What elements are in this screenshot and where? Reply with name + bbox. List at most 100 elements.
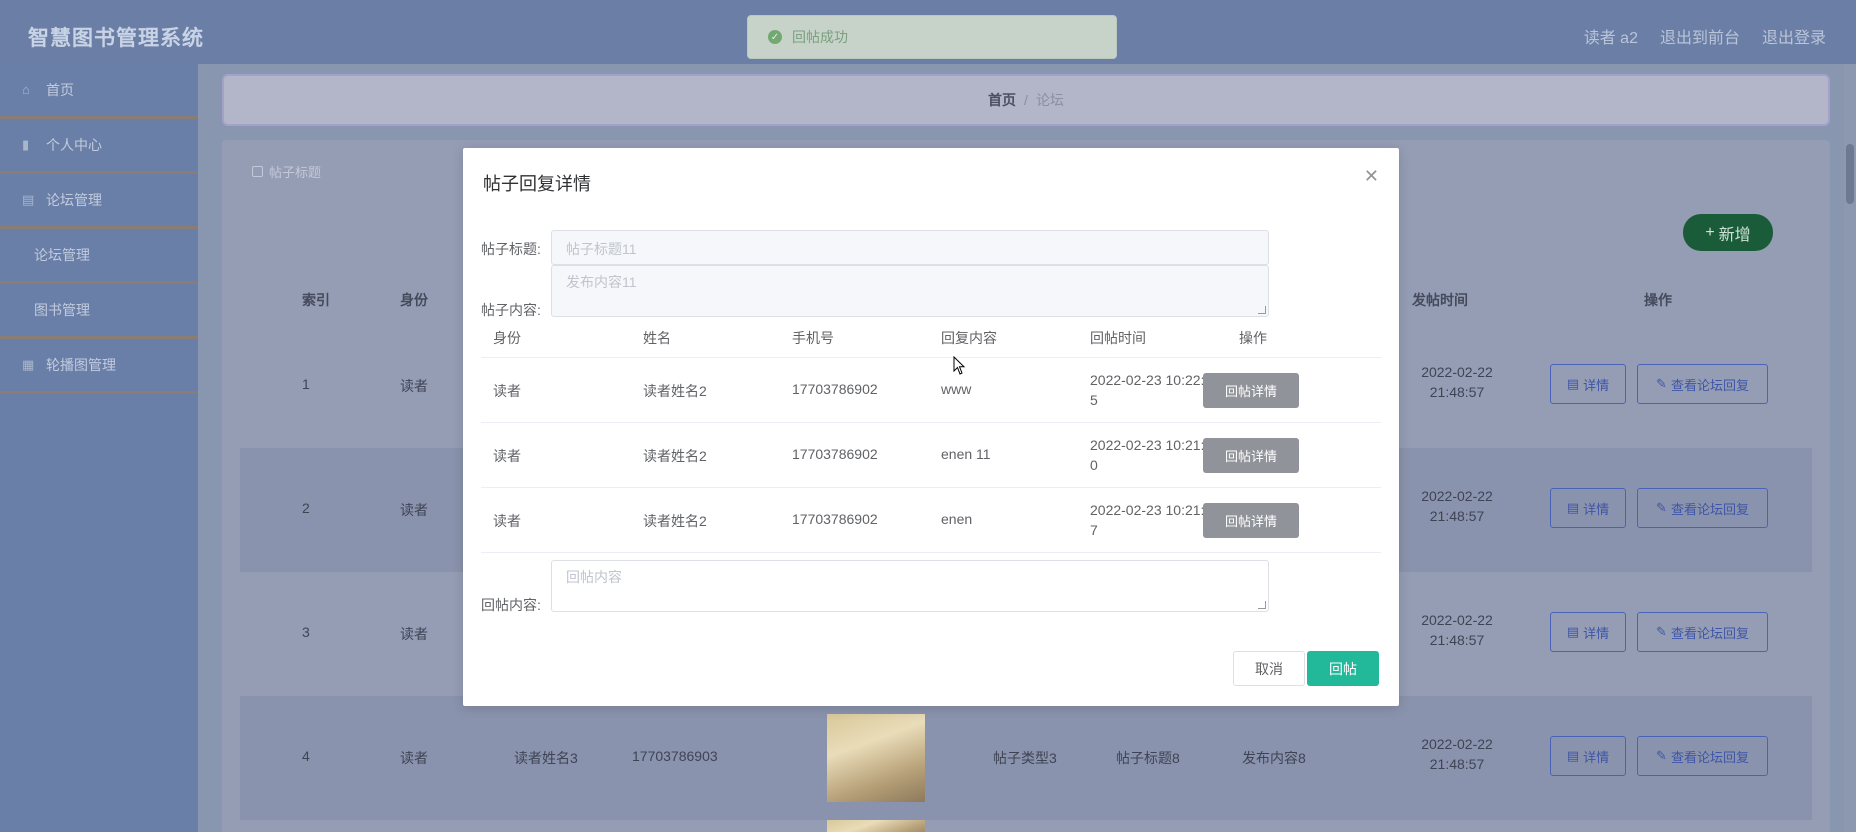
col-identity: 身份 xyxy=(400,292,428,308)
sidebar-item-label: 首页 xyxy=(46,82,74,98)
plus-icon: + xyxy=(1705,223,1715,241)
replies-label: 查看论坛回复 xyxy=(1670,749,1749,765)
view-replies-button[interactable]: ✎ 查看论坛回复 xyxy=(1637,612,1768,652)
sidebar-item-label: 轮播图管理 xyxy=(46,357,116,373)
table-row xyxy=(240,820,1812,832)
sidebar-item-label: 论坛管理 xyxy=(46,192,102,208)
col-actions: 操作 xyxy=(1644,292,1672,308)
reply-placeholder: 回帖内容 xyxy=(566,569,622,585)
reply-table: 身份 姓名 手机号 回复内容 回帖时间 操作 读者 读者姓名2 17703786… xyxy=(481,316,1381,553)
reply-row: 读者 读者姓名2 17703786902 www 2022-02-23 10:2… xyxy=(481,358,1381,423)
cell-name: 读者姓名2 xyxy=(643,448,707,464)
view-replies-button[interactable]: ✎ 查看论坛回复 xyxy=(1637,736,1768,776)
user-links: 读者 a2 退出到前台 退出登录 xyxy=(1584,24,1826,48)
add-button[interactable]: + 新增 xyxy=(1683,214,1773,251)
sidebar-item-home[interactable]: ⌂ 首页 xyxy=(0,64,198,119)
resize-handle-icon[interactable] xyxy=(1258,306,1266,314)
breadcrumb-current: 论坛 xyxy=(1035,92,1064,108)
reply-detail-button[interactable]: 回帖详情 xyxy=(1203,373,1299,408)
doc-icon: ▤ xyxy=(1566,376,1580,391)
cell-identity: 读者 xyxy=(493,448,521,464)
detail-label: 详情 xyxy=(1583,625,1610,641)
breadcrumb-home[interactable]: 首页 xyxy=(988,90,1016,110)
cancel-button[interactable]: 取消 xyxy=(1233,651,1305,686)
back-to-front-link[interactable]: 退出到前台 xyxy=(1660,24,1740,48)
cell-time: 2022-02-23 10:21:37 xyxy=(1090,502,1213,538)
cell-content: enen 11 xyxy=(941,446,991,462)
resize-handle-icon[interactable] xyxy=(1258,601,1266,609)
filter-checkbox[interactable] xyxy=(252,166,263,177)
title-filter[interactable]: 帖子标题 xyxy=(252,162,321,181)
app-title: 智慧图书管理系统 xyxy=(28,27,204,50)
cell-name: 读者姓名2 xyxy=(643,513,707,529)
cell-content: 发布内容8 xyxy=(1242,750,1306,766)
logout-link[interactable]: 退出登录 xyxy=(1762,24,1826,48)
dialog-footer: 取消 回帖 xyxy=(1233,651,1379,686)
submit-reply-button[interactable]: 回帖 xyxy=(1307,651,1379,686)
reply-detail-button[interactable]: 回帖详情 xyxy=(1203,438,1299,473)
detail-button[interactable]: ▤ 详情 xyxy=(1550,488,1626,528)
detail-button[interactable]: ▤ 详情 xyxy=(1550,612,1626,652)
cell-time: 2022-02-22 21:48:57 xyxy=(1421,612,1493,648)
edit-icon: ✎ xyxy=(1656,376,1667,391)
cell-time: 2022-02-22 21:48:57 xyxy=(1421,736,1493,772)
forum-icon: ▤ xyxy=(22,192,35,207)
sidebar: ⌂ 首页 ▮ 个人中心 ▤ 论坛管理 论坛管理 图书管理 ▦ 轮播图管理 xyxy=(0,64,198,832)
mouse-cursor-icon xyxy=(953,356,966,375)
col-time: 回帖时间 xyxy=(1090,330,1146,346)
post-thumbnail[interactable] xyxy=(827,714,925,802)
home-icon: ⌂ xyxy=(22,82,30,97)
cell-identity: 读者 xyxy=(400,626,428,642)
cell-index: 1 xyxy=(302,376,310,392)
reply-detail-button[interactable]: 回帖详情 xyxy=(1203,503,1299,538)
sidebar-item-label: 图书管理 xyxy=(34,302,90,318)
detail-button[interactable]: ▤ 详情 xyxy=(1550,736,1626,776)
col-actions: 操作 xyxy=(1239,330,1267,346)
cell-time: 2022-02-22 21:48:57 xyxy=(1421,488,1493,524)
post-content-text: 发布内容11 xyxy=(566,274,637,290)
post-thumbnail[interactable] xyxy=(827,820,925,832)
replies-label: 查看论坛回复 xyxy=(1670,625,1749,641)
sidebar-subitem-books[interactable]: 图书管理 xyxy=(0,284,198,339)
image-icon: ▦ xyxy=(22,357,35,372)
cell-time: 2022-02-23 10:21:40 xyxy=(1090,437,1213,473)
cell-name: 读者姓名3 xyxy=(514,750,578,766)
cell-identity: 读者 xyxy=(493,383,521,399)
cell-index: 2 xyxy=(302,500,310,516)
sidebar-subitem-forum[interactable]: 论坛管理 xyxy=(0,229,198,284)
detail-label: 详情 xyxy=(1583,749,1610,765)
sidebar-item-carousel[interactable]: ▦ 轮播图管理 xyxy=(0,339,198,394)
sidebar-item-forum[interactable]: ▤ 论坛管理 xyxy=(0,174,198,229)
current-user: 读者 a2 xyxy=(1583,30,1638,47)
cell-time: 2022-02-22 21:48:57 xyxy=(1421,364,1493,400)
close-icon[interactable]: ✕ xyxy=(1364,166,1379,187)
cell-phone: 17703786902 xyxy=(792,511,878,527)
detail-label: 详情 xyxy=(1583,377,1610,393)
doc-icon: ▤ xyxy=(1566,624,1580,639)
view-replies-button[interactable]: ✎ 查看论坛回复 xyxy=(1637,364,1768,404)
cell-type: 帖子类型3 xyxy=(993,750,1057,766)
cell-content: enen xyxy=(941,511,973,527)
cell-phone: 17703786902 xyxy=(792,446,878,462)
table-row: 4 读者 读者姓名3 17703786903 帖子类型3 帖子标题8 发布内容8… xyxy=(240,696,1812,820)
cell-identity: 读者 xyxy=(493,513,521,529)
col-phone: 手机号 xyxy=(792,330,834,346)
reply-content-input[interactable]: 回帖内容 xyxy=(551,560,1269,612)
breadcrumb-separator: / xyxy=(1024,92,1028,108)
cell-identity: 读者 xyxy=(400,750,428,766)
cell-identity: 读者 xyxy=(400,502,428,518)
detail-button[interactable]: ▤ 详情 xyxy=(1550,364,1626,404)
page-scrollbar[interactable] xyxy=(1844,64,1856,832)
view-replies-button[interactable]: ✎ 查看论坛回复 xyxy=(1637,488,1768,528)
edit-icon: ✎ xyxy=(1656,624,1667,639)
cell-phone: 17703786903 xyxy=(632,748,718,764)
reply-content-label: 回帖内容: xyxy=(481,597,541,613)
cell-phone: 17703786902 xyxy=(792,381,878,397)
edit-icon: ✎ xyxy=(1656,748,1667,763)
scroll-thumb[interactable] xyxy=(1846,144,1854,204)
reply-detail-dialog: 帖子回复详情 ✕ 帖子标题: 帖子标题11 帖子内容: 发布内容11 身份 姓名… xyxy=(463,148,1399,706)
sidebar-item-profile[interactable]: ▮ 个人中心 xyxy=(0,119,198,174)
cell-content: www xyxy=(941,381,972,397)
doc-icon: ▤ xyxy=(1566,748,1580,763)
reply-row: 读者 读者姓名2 17703786902 enen 2022-02-23 10:… xyxy=(481,488,1381,553)
